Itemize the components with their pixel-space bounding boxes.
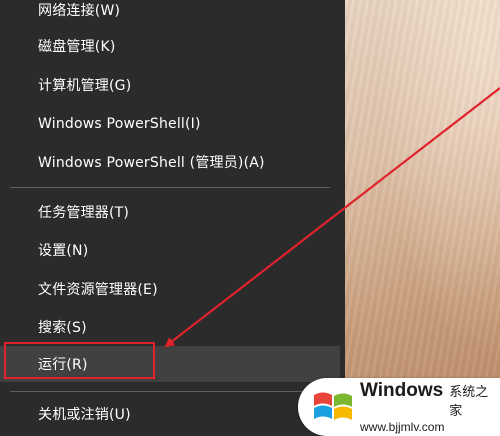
menu-item-settings[interactable]: 设置(N)	[0, 232, 340, 268]
watermark-badge: Windows 系统之家 www.bjjmlv.com	[298, 378, 500, 436]
menu-item-shutdown-signout[interactable]: 关机或注销(U)	[0, 396, 340, 432]
watermark-subtitle: 系统之家	[449, 385, 489, 419]
menu-item-powershell[interactable]: Windows PowerShell(I)	[0, 106, 340, 142]
menu-item-network-connections[interactable]: 网络连接(W)	[0, 0, 340, 28]
desktop-wallpaper	[345, 0, 500, 436]
menu-separator	[10, 187, 330, 188]
windows-logo-icon	[312, 387, 354, 427]
annotation-highlight-box	[4, 342, 155, 379]
menu-item-task-manager[interactable]: 任务管理器(T)	[0, 194, 340, 230]
menu-item-file-explorer[interactable]: 文件资源管理器(E)	[0, 271, 340, 307]
menu-item-computer-management[interactable]: 计算机管理(G)	[0, 67, 340, 103]
menu-item-disk-management[interactable]: 磁盘管理(K)	[0, 28, 340, 64]
watermark-brand: Windows	[360, 380, 444, 401]
watermark-url: www.bjjmlv.com	[360, 420, 445, 434]
menu-separator	[10, 391, 330, 392]
menu-item-powershell-admin[interactable]: Windows PowerShell (管理员)(A)	[0, 144, 340, 180]
menu-item-search[interactable]: 搜索(S)	[0, 309, 340, 345]
